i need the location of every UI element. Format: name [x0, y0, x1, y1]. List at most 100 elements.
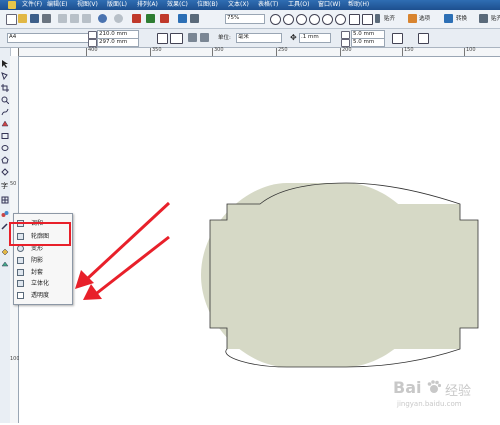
drop-shadow-icon [17, 257, 24, 264]
polygon-tool-icon[interactable] [1, 156, 9, 164]
app-logo-icon [8, 1, 16, 9]
menu-help[interactable]: 帮助(H) [348, 1, 369, 9]
ruler-label: 350 [152, 47, 162, 53]
convert-icon[interactable] [444, 14, 453, 23]
arrow-lower [96, 235, 170, 295]
ellipse-tool-icon[interactable] [1, 144, 9, 152]
popup-item-envelope[interactable]: 封套 [14, 267, 72, 278]
rectangle-tool-icon[interactable] [1, 132, 9, 140]
interactive-fill-tool-icon[interactable] [1, 260, 9, 268]
convert-label[interactable]: 转换 [456, 16, 467, 23]
object-properties-icon[interactable] [418, 33, 429, 44]
portrait-icon[interactable] [157, 33, 168, 44]
highlight-box [9, 222, 71, 246]
horizontal-ruler[interactable]: 400 350 300 250 200 150 100 [18, 47, 500, 57]
page-height-field[interactable]: 297.0 mm [97, 38, 139, 47]
eyedropper-tool-icon[interactable] [1, 222, 9, 230]
ruler-label: 200 [342, 47, 352, 53]
treat-as-filled-icon[interactable] [392, 33, 403, 44]
page-size-select[interactable]: A4 [7, 33, 89, 43]
basic-shapes-tool-icon[interactable] [1, 168, 9, 176]
scale-label[interactable]: 贴齐 [491, 16, 500, 23]
zoom-width-icon[interactable] [335, 14, 346, 25]
popup-item-transparency[interactable]: 透明度 [14, 290, 72, 301]
paste-icon[interactable] [82, 14, 91, 23]
menu-view[interactable]: 视图(V) [77, 1, 98, 9]
current-page-icon[interactable] [200, 33, 209, 42]
export-icon[interactable] [146, 14, 155, 23]
zoom-height-icon[interactable] [362, 14, 373, 25]
drawing-canvas[interactable] [19, 57, 500, 423]
welcome-screen-icon[interactable] [178, 14, 187, 23]
freehand-tool-icon[interactable] [1, 108, 9, 116]
redo-icon[interactable] [114, 14, 123, 23]
open-folder-icon[interactable] [18, 14, 27, 23]
table-tool-icon[interactable] [1, 196, 9, 204]
ruler-label: 100 [466, 47, 476, 53]
menu-window[interactable]: 窗口(W) [318, 1, 341, 9]
menu-effects[interactable]: 效果(C) [167, 1, 188, 9]
pick-tool-icon[interactable] [1, 60, 9, 68]
ruler-label: 400 [88, 47, 98, 53]
watermark-brand: Bai [393, 378, 422, 397]
smart-fill-tool-icon[interactable] [1, 120, 9, 128]
application-launcher-icon[interactable] [160, 14, 169, 23]
menu-edit[interactable]: 编辑(E) [47, 1, 67, 9]
page-width-icon [88, 31, 97, 39]
duplicate-x-icon [341, 31, 350, 39]
units-select[interactable]: 毫米 [236, 33, 282, 43]
cut-icon[interactable] [58, 14, 67, 23]
popup-item-label: 立体化 [31, 280, 50, 287]
paw-icon [427, 380, 442, 394]
popup-item-label: 透明度 [31, 292, 50, 299]
menu-text[interactable]: 文本(X) [228, 1, 249, 9]
property-bar: A4 210.0 mm 297.0 mm 单位: 毫米 ✥ .1 mm 5.0 … [0, 29, 500, 48]
options-icon[interactable] [408, 14, 417, 23]
zoom-all-icon[interactable] [309, 14, 320, 25]
popup-item-label: 变形 [31, 245, 44, 252]
ruler-label: 50 [10, 181, 17, 187]
options-label[interactable]: 选项 [419, 16, 430, 23]
transparency-icon [17, 292, 24, 299]
new-document-icon[interactable] [6, 14, 17, 25]
menu-arrange[interactable]: 排列(A) [137, 1, 158, 9]
popup-item-label: 封套 [31, 269, 44, 276]
ruler-label: 150 [404, 47, 414, 53]
landscape-icon[interactable] [170, 33, 183, 44]
zoom-tool-icon[interactable] [1, 96, 10, 105]
corel-online-icon[interactable] [190, 14, 199, 23]
save-icon[interactable] [30, 14, 39, 23]
envelope-icon [17, 269, 24, 276]
snap-label[interactable]: 贴齐 [384, 16, 395, 23]
menu-bitmaps[interactable]: 位图(B) [197, 1, 218, 9]
zoom-out-icon[interactable] [283, 14, 294, 25]
duplicate-y-field[interactable]: 5.0 mm [351, 38, 385, 47]
print-icon[interactable] [42, 14, 51, 23]
menu-bar: 文件(F) 编辑(E) 视图(V) 版面(L) 排列(A) 效果(C) 位图(B… [0, 0, 500, 10]
shape-tool-icon[interactable] [1, 72, 9, 81]
toolbar-separator-icon [375, 14, 380, 23]
copy-icon[interactable] [70, 14, 79, 23]
nudge-distance-field[interactable]: .1 mm [299, 33, 331, 43]
zoom-page-icon[interactable] [322, 14, 333, 25]
text-tool-icon[interactable]: 字 [1, 182, 9, 190]
popup-item-drop-shadow[interactable]: 阴影 [14, 255, 72, 266]
popup-item-extrude[interactable]: 立体化 [14, 278, 72, 289]
all-pages-icon[interactable] [188, 33, 197, 42]
menu-file[interactable]: 文件(F) [22, 1, 42, 9]
zoom-level-select[interactable]: 75% [225, 14, 265, 24]
zoom-selected-icon[interactable] [296, 14, 307, 25]
undo-icon[interactable] [98, 14, 107, 23]
menu-table[interactable]: 表格(T) [258, 1, 278, 9]
import-icon[interactable] [132, 14, 141, 23]
duplicate-y-icon [341, 39, 350, 47]
menu-layout[interactable]: 版面(L) [107, 1, 127, 9]
zoom-in-icon[interactable] [270, 14, 281, 25]
pan-icon[interactable] [349, 14, 360, 25]
fill-tool-icon[interactable] [1, 248, 9, 256]
units-label: 单位: [218, 35, 231, 41]
scale-icon[interactable] [479, 14, 488, 23]
menu-tools[interactable]: 工具(O) [288, 1, 309, 9]
crop-tool-icon[interactable] [1, 84, 9, 92]
blend-tool-icon[interactable] [1, 210, 9, 218]
